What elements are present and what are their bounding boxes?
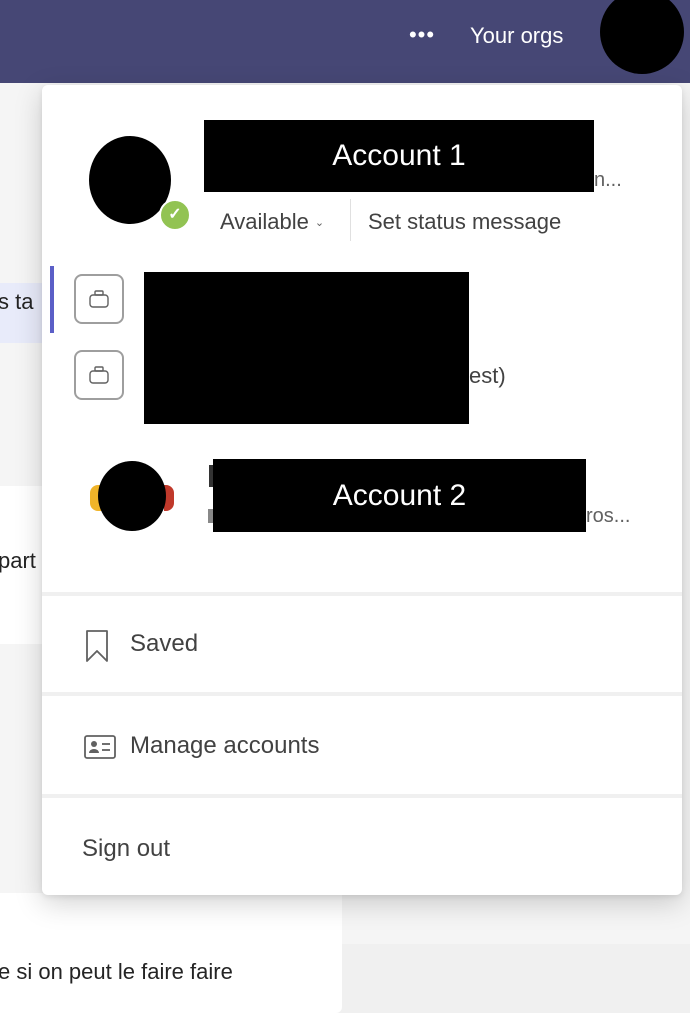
briefcase-icon [89,290,109,308]
bookmark-icon [86,630,108,662]
account-2-avatar[interactable] [98,461,166,531]
background-message[interactable]: e si on peut le faire faire [0,893,342,1013]
saved-label: Saved [130,630,199,657]
manage-accounts-menu-item[interactable]: Manage accounts [42,696,682,792]
chevron-down-icon: ⌄ [314,217,325,230]
account-1-email: n... [594,169,622,191]
background-text: e si on peut le faire faire [0,959,233,984]
briefcase-icon [89,366,109,384]
background-text: s ta [0,289,34,314]
presence-available-icon: ✓ [159,199,191,231]
contact-card-icon [84,735,116,759]
manage-accounts-label: Manage accounts [130,732,320,759]
account-2-name[interactable]: Account 2 [213,459,586,532]
profile-avatar-button[interactable] [600,0,684,74]
saved-menu-item[interactable]: Saved [42,596,682,692]
set-status-message-button[interactable]: Set status message [368,207,561,237]
org-item-2[interactable] [74,350,124,400]
account-2-email: ros... [586,505,631,527]
org-item-1[interactable] [74,274,124,324]
org-2-name: est) [469,363,506,388]
divider [350,199,351,241]
more-options-button[interactable]: ••• [404,20,440,56]
background-text: part [0,548,36,573]
your-orgs-button[interactable]: Your orgs [470,22,563,50]
org-names-redacted [144,272,469,424]
sign-out-label: Sign out [82,835,171,862]
account-menu-popup: ✓ Account 1 n... Available ⌄ Set status m… [42,85,682,895]
account-1-name: Account 1 [204,120,594,192]
status-dropdown[interactable]: Available ⌄ [220,207,324,238]
selected-org-indicator [50,266,54,333]
top-bar: ••• Your orgs [0,0,690,83]
status-label: Available [220,209,309,234]
sign-out-menu-item[interactable]: Sign out [42,798,682,894]
